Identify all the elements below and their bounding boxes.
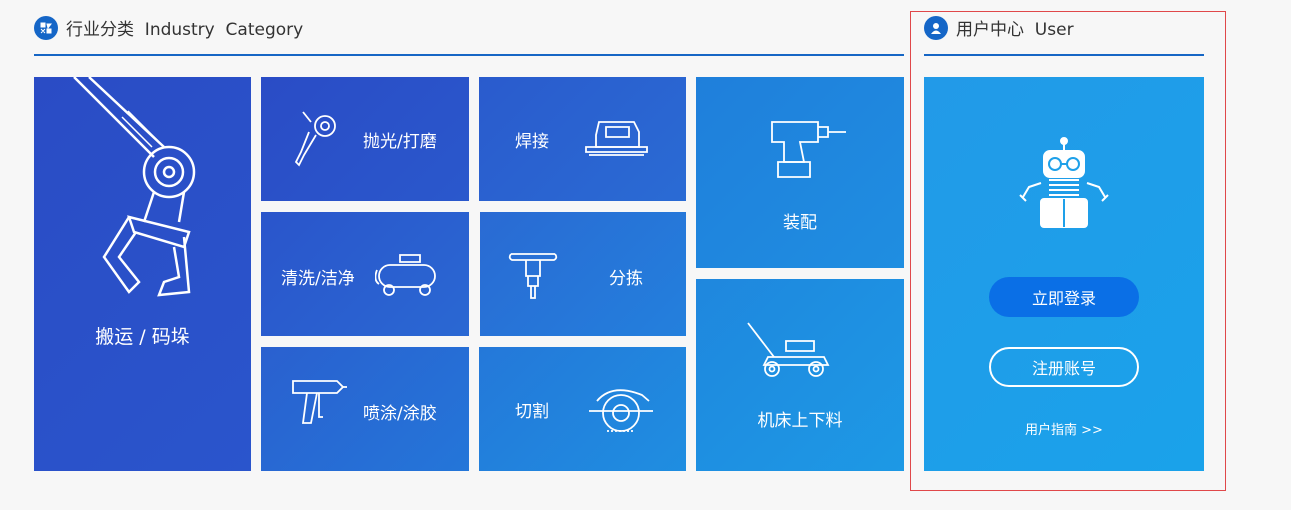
- tile-label: 切割: [515, 402, 549, 422]
- jackhammer-icon: [508, 253, 558, 299]
- user-title: 用户中心 User: [956, 20, 1074, 40]
- angle-grinder-icon: [294, 111, 336, 167]
- circular-saw-icon: [589, 389, 653, 432]
- air-compressor-icon: [375, 254, 436, 296]
- user-icon: [924, 15, 948, 40]
- user-guide-link[interactable]: 用户指南 >>: [924, 419, 1204, 438]
- tile-sorting[interactable]: 分拣: [480, 212, 686, 336]
- tile-label: 搬运 / 码垛: [95, 326, 190, 348]
- robot-icon: [1019, 137, 1109, 228]
- register-button[interactable]: 注册账号: [989, 347, 1139, 387]
- tile-cutting[interactable]: 切割: [479, 347, 686, 471]
- tile-welding[interactable]: 焊接: [479, 77, 686, 201]
- user-header: 用户中心 User: [924, 15, 1074, 40]
- robotic-arm-icon: [73, 77, 196, 297]
- tile-label: 清洗/洁净: [281, 269, 355, 289]
- planer-icon: [585, 121, 648, 156]
- tile-machine-tending[interactable]: 机床上下料: [696, 279, 904, 471]
- lawn-mower-icon: [747, 322, 830, 377]
- glue-gun-icon: [292, 380, 347, 424]
- tile-assembly[interactable]: 装配: [696, 77, 904, 268]
- tile-cleaning[interactable]: 清洗/洁净: [261, 212, 469, 336]
- tile-label: 抛光/打磨: [363, 132, 437, 152]
- industry-divider: [34, 54, 904, 56]
- tile-polishing[interactable]: 抛光/打磨: [261, 77, 469, 201]
- tile-label: 机床上下料: [757, 411, 843, 431]
- login-button[interactable]: 立即登录: [989, 277, 1139, 317]
- tile-label: 焊接: [515, 132, 549, 152]
- tile-label: 分拣: [609, 269, 643, 289]
- user-center-panel: 立即登录 注册账号 用户指南 >>: [924, 77, 1204, 471]
- grid-icon: [34, 15, 58, 40]
- tile-label: 装配: [783, 213, 817, 233]
- tile-spraying-gluing[interactable]: 喷涂/涂胶: [261, 347, 469, 471]
- user-divider: [924, 54, 1204, 56]
- power-drill-icon: [771, 121, 846, 178]
- tile-label: 喷涂/涂胶: [363, 404, 437, 424]
- industry-title: 行业分类 Industry Category: [66, 20, 304, 40]
- industry-header: 行业分类 Industry Category: [34, 15, 303, 40]
- tile-handling-palletizing[interactable]: 搬运 / 码垛: [34, 77, 251, 471]
